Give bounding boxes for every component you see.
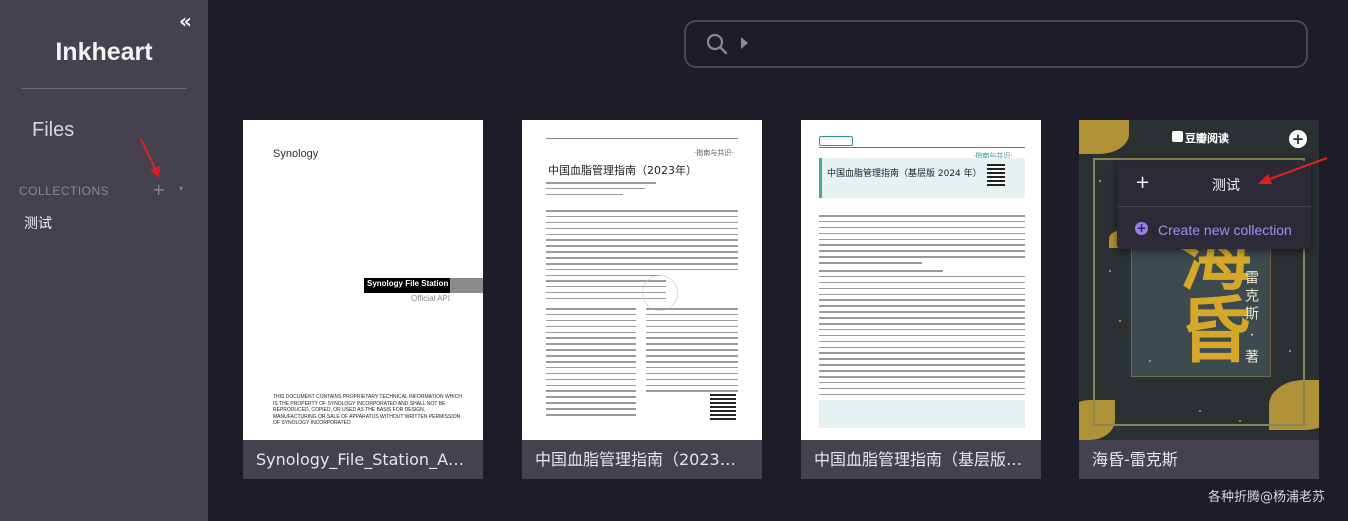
- cover-speck: [1109, 270, 1111, 272]
- menu-divider: [1117, 206, 1311, 207]
- cover-speck: [1119, 320, 1121, 322]
- cover-heading: 中国血脂管理指南（2023年）: [548, 164, 697, 177]
- cover-ornament: [1079, 120, 1129, 154]
- menu-item-label: 测试: [1212, 178, 1240, 194]
- cover-rule: [819, 147, 1025, 148]
- collections-caret-icon[interactable]: ▾: [179, 184, 183, 193]
- cover-brand: 豆瓣阅读: [1185, 132, 1229, 145]
- book-cover[interactable]: ·指南与共识· 中国血脂管理指南（基层版 2024 年）: [801, 120, 1041, 440]
- sidebar-item-collection[interactable]: 测试: [24, 213, 52, 233]
- book-card[interactable]: ·指南与共识· 中国血脂管理指南（2023年） 中国血脂管理指南（2023年）: [522, 120, 762, 479]
- search-bar[interactable]: [684, 20, 1308, 68]
- book-title[interactable]: 海昏-雷克斯: [1079, 440, 1319, 479]
- menu-item-label: Create new collection: [1158, 222, 1292, 238]
- cover-text-block: [546, 308, 636, 420]
- cover-notice: THIS DOCUMENT CONTAINS PROPRIETARY TECHN…: [273, 394, 462, 426]
- cover-qr-code: [710, 394, 736, 420]
- add-collection-icon[interactable]: +: [152, 180, 165, 199]
- cover-author: 雷克斯 · 著: [1243, 270, 1259, 368]
- cover-speck: [1099, 180, 1101, 182]
- plus-icon: +: [1135, 172, 1151, 193]
- book-cover[interactable]: Synology Synology File Station Official …: [243, 120, 483, 440]
- book-card[interactable]: ·指南与共识· 中国血脂管理指南（基层版 2024 年） 中国血脂管理指南（基层…: [801, 120, 1041, 479]
- search-filter-caret-icon[interactable]: [741, 37, 748, 49]
- search-icon: [706, 33, 728, 55]
- cover-qr-code: [987, 164, 1005, 186]
- cover-text-block: [819, 270, 1025, 417]
- plus-circle-icon: +: [1135, 221, 1148, 235]
- cover-rule: [546, 138, 738, 139]
- cover-heading: 中国血脂管理指南（基层版 2024 年）: [827, 169, 982, 179]
- cover-title-accent: [450, 278, 483, 293]
- cover-logo: Synology: [273, 148, 319, 160]
- app-title: Inkheart: [55, 38, 153, 66]
- cover-speck: [1239, 420, 1241, 422]
- book-title[interactable]: Synology_File_Station_API_G...: [243, 440, 483, 479]
- collapse-sidebar-icon[interactable]: «: [179, 9, 192, 33]
- collections-label: COLLECTIONS: [19, 184, 110, 198]
- douban-read-icon: [1172, 131, 1183, 142]
- add-to-collection-icon[interactable]: +: [1289, 130, 1307, 148]
- search-input[interactable]: [756, 28, 1286, 60]
- cover-subtitle: Official API: [411, 294, 450, 303]
- menu-item-create-collection[interactable]: + Create new collection: [1117, 208, 1311, 248]
- book-title[interactable]: 中国血脂管理指南（基层版2...: [801, 440, 1041, 479]
- book-cover[interactable]: ·指南与共识· 中国血脂管理指南（2023年）: [522, 120, 762, 440]
- journal-logo: [819, 136, 853, 146]
- menu-item-collection[interactable]: + 测试: [1117, 161, 1311, 205]
- cover-stamp: [642, 275, 678, 311]
- cover-speck: [1199, 410, 1201, 412]
- cover-speck: [1289, 350, 1291, 352]
- collections-header: COLLECTIONS + ▾: [19, 180, 191, 200]
- cover-speck: [1149, 360, 1151, 362]
- sidebar: « Inkheart Files COLLECTIONS + ▾ 测试: [0, 0, 208, 521]
- cover-text-block: [646, 308, 738, 396]
- cover-title: Synology File Station: [367, 279, 449, 288]
- book-card[interactable]: Synology Synology File Station Official …: [243, 120, 483, 479]
- cover-text-block: [546, 182, 656, 200]
- sidebar-item-files[interactable]: Files: [32, 119, 74, 142]
- watermark-text: 各种折腾@杨浦老苏: [1208, 490, 1326, 505]
- collection-dropdown: + 测试 + Create new collection: [1117, 161, 1311, 249]
- cover-text-block: [819, 215, 1025, 268]
- cover-footnote-box: [819, 400, 1025, 428]
- sidebar-divider: [21, 88, 187, 89]
- cover-text-block: [546, 210, 738, 281]
- cover-tag: ·指南与共识·: [694, 149, 734, 157]
- book-title[interactable]: 中国血脂管理指南（2023年）: [522, 440, 762, 479]
